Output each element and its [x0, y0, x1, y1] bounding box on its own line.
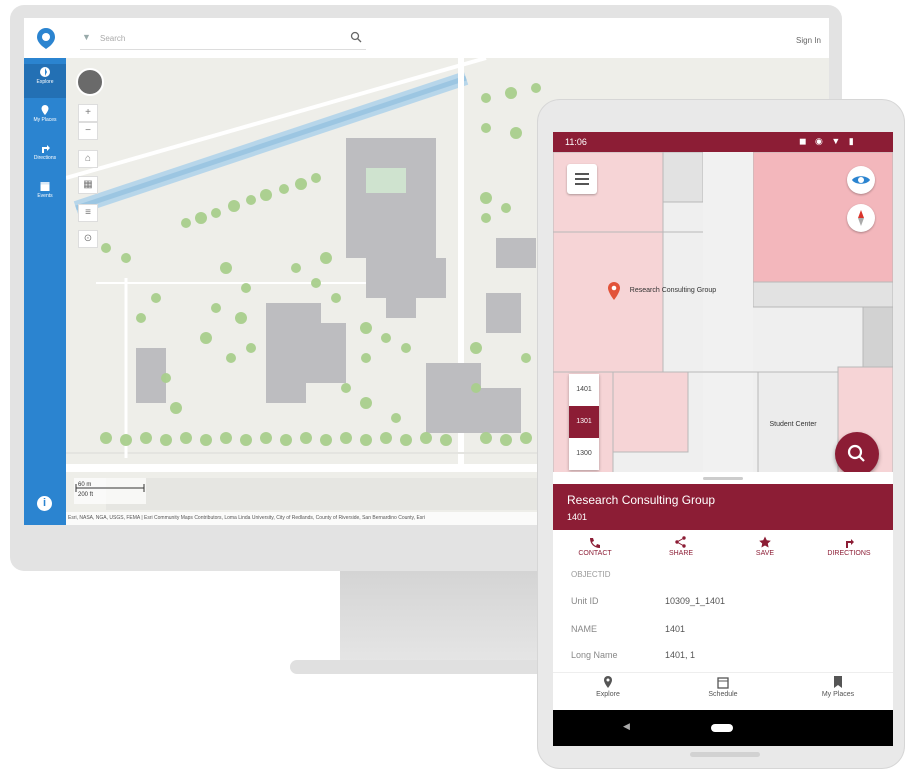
desktop-side-nav: Explore My Places Directions Events i [24, 58, 66, 525]
pin-icon [604, 676, 612, 688]
share-button[interactable]: SHARE [641, 536, 721, 557]
save-button[interactable]: SAVE [725, 536, 805, 557]
place-header: Research Consulting Group 1401 [553, 484, 893, 530]
floor-picker: 1401 1301 1300 [569, 374, 599, 470]
scale-metric-label: 60 m [78, 482, 92, 488]
attribute-value: 1401 [665, 624, 686, 634]
place-title: Research Consulting Group [567, 493, 716, 507]
nav-explore-label: Explore [36, 79, 54, 85]
attribute-value: 10309_1_1401 [665, 596, 726, 606]
star-icon [759, 536, 771, 548]
zoom-in-button[interactable]: + [78, 104, 98, 122]
bottom-nav-explore-label: Explore [596, 691, 620, 698]
bottom-nav-schedule-label: Schedule [708, 691, 738, 698]
floor-option[interactable]: 1300 [569, 438, 599, 470]
nav-events[interactable]: Events [24, 178, 66, 212]
directions-label: DIRECTIONS [827, 550, 871, 557]
status-bar: 11:06 ◼ ◉ ▼ ▮ [553, 132, 893, 152]
attributes-heading: OBJECTID [571, 570, 611, 579]
chevron-down-icon[interactable]: ▼ [82, 32, 91, 42]
directions-button[interactable]: DIRECTIONS [809, 536, 889, 557]
attribute-key: NAME [571, 624, 598, 634]
home-button[interactable]: ⌂ [78, 150, 98, 168]
app-logo-icon[interactable] [34, 26, 58, 50]
contact-label: CONTACT [578, 550, 612, 557]
directions-icon [42, 145, 50, 153]
layers-button[interactable]: ≡ [78, 204, 98, 222]
sign-in-link[interactable]: Sign In [796, 36, 821, 45]
device-speaker [690, 752, 760, 757]
directions-icon [846, 539, 854, 548]
monitor-stand [340, 571, 570, 666]
nav-events-label: Events [37, 193, 53, 199]
status-time: 11:06 [565, 137, 587, 147]
desktop-top-bar: ▼ Search Sign In [24, 18, 829, 59]
bottom-nav: Explore Schedule My Places [553, 672, 893, 713]
status-icons: ◼ ◉ ▼ ▮ [799, 136, 857, 146]
info-icon[interactable]: i [37, 496, 52, 511]
home-pill-icon[interactable] [711, 724, 733, 732]
floor-option-selected[interactable]: 1301 [569, 406, 599, 438]
sheet-drag-handle[interactable] [703, 477, 743, 480]
bottom-nav-schedule[interactable]: Schedule [678, 675, 768, 698]
menu-button[interactable] [567, 164, 597, 194]
calendar-icon [40, 182, 50, 191]
scale-imperial-label: 200 ft [78, 492, 94, 498]
pin-icon [41, 105, 49, 115]
desktop-search-box[interactable]: ▼ Search [80, 31, 366, 50]
hamburger-menu-icon [575, 173, 589, 185]
search-placeholder[interactable]: Search [100, 34, 125, 43]
search-fab-button[interactable] [835, 432, 879, 476]
system-nav-bar: ◀ [553, 710, 893, 746]
selected-room-label: Research Consulting Group [629, 287, 717, 294]
compass-button[interactable] [847, 204, 875, 232]
bottom-nav-my-places[interactable]: My Places [793, 675, 883, 698]
attribute-value: 1401, 1 [665, 650, 696, 660]
phone-icon [590, 538, 600, 548]
place-subtitle: 1401 [567, 512, 588, 522]
bottom-nav-explore[interactable]: Explore [563, 675, 653, 698]
attribute-key: Long Name [571, 650, 618, 660]
bookmark-icon [834, 676, 842, 688]
attribute-key: Unit ID [571, 596, 599, 606]
share-label: SHARE [668, 550, 694, 557]
floor-plan-map[interactable]: Research Consulting Group Student Center… [553, 152, 893, 482]
contact-button[interactable]: CONTACT [555, 536, 635, 557]
save-label: SAVE [755, 550, 775, 557]
eye-icon [852, 176, 870, 184]
nav-directions[interactable]: Directions [24, 140, 66, 174]
zoom-out-button[interactable]: − [78, 122, 98, 140]
nav-explore[interactable]: Explore [24, 64, 66, 98]
compass-icon [40, 67, 50, 77]
share-icon [675, 536, 686, 548]
calendar-icon [717, 677, 729, 689]
north-arrow-icon [858, 210, 864, 226]
back-icon[interactable]: ◀ [623, 721, 630, 732]
nav-directions-label: Directions [33, 155, 57, 161]
nav-my-places[interactable]: My Places [24, 102, 66, 136]
visibility-button[interactable] [847, 166, 875, 194]
search-icon [847, 444, 865, 462]
bottom-nav-my-places-label: My Places [821, 691, 855, 698]
map-compass-button[interactable] [76, 68, 104, 96]
search-icon[interactable] [350, 31, 362, 43]
student-center-label: Student Center [769, 421, 817, 428]
nav-my-places-label: My Places [33, 117, 57, 123]
basemap-button[interactable]: ▦ [78, 176, 98, 194]
floor-option[interactable]: 1401 [569, 374, 599, 406]
mobile-screen: 11:06 ◼ ◉ ▼ ▮ Research Consulting Group … [553, 132, 893, 746]
locate-button[interactable]: ⊙ [78, 230, 98, 248]
